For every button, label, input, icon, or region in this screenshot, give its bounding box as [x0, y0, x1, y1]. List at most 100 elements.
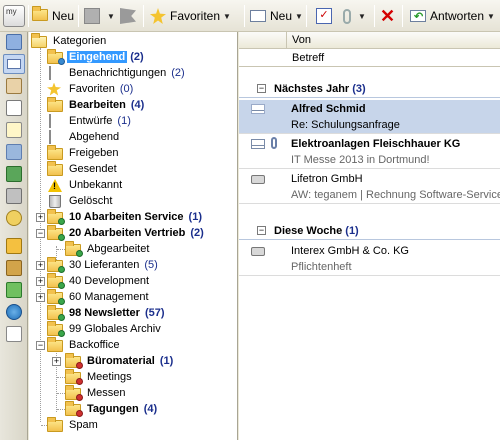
toolbar-separator	[402, 5, 403, 27]
tree-item-bearbeiten[interactable]: Bearbeiten (4)	[47, 96, 145, 113]
message-row[interactable]: Alfred Schmid Re: Schulungsanfrage	[239, 100, 500, 134]
column-header-subject[interactable]: Betreff	[239, 50, 500, 67]
tree-item-40-development[interactable]: 40 Development	[47, 272, 151, 289]
rail-report-icon[interactable]	[6, 326, 22, 342]
message-row[interactable]: Interex GmbH & Co. KG Pflichtenheft	[239, 242, 500, 276]
fax-icon	[251, 175, 265, 184]
rail-tasks-icon[interactable]	[6, 100, 22, 116]
tree-item-tagungen[interactable]: Tagungen (4)	[65, 400, 157, 417]
tree-connector	[57, 249, 65, 250]
expand-toggle[interactable]: +	[52, 357, 61, 366]
collapse-toggle[interactable]: −	[36, 341, 45, 350]
edit-icon	[47, 96, 63, 112]
rail-archive-icon[interactable]	[6, 238, 22, 254]
tree-item-unbekannt[interactable]: Unbekannt	[47, 177, 124, 193]
tree-item-label: Favoriten	[69, 83, 115, 95]
checklist-button[interactable]: ✓	[316, 6, 336, 26]
delete-button[interactable]: ✕	[380, 6, 395, 26]
tree-item-entwuerfe[interactable]: Entwürfe (1)	[47, 113, 131, 129]
paperclip-icon	[343, 8, 351, 24]
tree-item-label: 30 Lieferanten	[69, 259, 140, 271]
rail-calendar-icon[interactable]	[6, 122, 22, 138]
rail-help-icon[interactable]	[6, 210, 22, 226]
group-header-naechstes-jahr[interactable]: − Nächstes Jahr (3)	[239, 80, 500, 98]
save-button[interactable]: ▼	[84, 6, 115, 26]
tree-item-label: 10 Abarbeiten Service	[69, 211, 184, 223]
tree-root-kategorien[interactable]: Kategorien	[31, 32, 108, 49]
expand-toggle[interactable]: +	[36, 293, 45, 302]
tree-item-60-management[interactable]: 60 Management	[47, 288, 151, 305]
tree-item-backoffice[interactable]: Backoffice	[47, 336, 122, 353]
rail-globe-icon[interactable]	[6, 304, 22, 320]
rail-box-icon[interactable]	[6, 260, 22, 276]
tree-item-freigeben[interactable]: Freigeben	[47, 144, 121, 161]
group-title: Diese Woche	[274, 224, 343, 237]
tree-item-count: (4)	[130, 99, 145, 111]
tree-item-count: (1)	[159, 355, 174, 367]
folder-icon	[47, 272, 65, 289]
collapse-toggle[interactable]: −	[257, 226, 266, 235]
favorites-button[interactable]: Favoriten ▼	[150, 6, 231, 26]
new-mail-label: Neu	[270, 9, 293, 23]
tree-item-10-abarbeiten-service[interactable]: 10 Abarbeiten Service (1)	[47, 208, 202, 225]
tree-item-eingehend[interactable]: Eingehend (2)	[47, 48, 144, 65]
tree-item-label: 40 Development	[69, 275, 150, 287]
chevron-down-icon[interactable]: ▼	[107, 12, 115, 21]
tree-item-meetings[interactable]: Meetings	[65, 368, 134, 385]
tree-item-count: (2)	[171, 67, 185, 79]
toolbar-separator	[78, 5, 79, 27]
folder-icon	[47, 224, 65, 241]
message-subject: AW: teganem | Rechnung Software-Service	[291, 189, 500, 201]
rail-contacts-icon[interactable]	[6, 34, 22, 50]
tree-item-favoriten[interactable]: Favoriten (0)	[47, 81, 133, 97]
tree-item-30-lieferanten[interactable]: 30 Lieferanten (5)	[47, 256, 158, 273]
tree-item-20-abarbeiten-vertrieb[interactable]: 20 Abarbeiten Vertrieb (2)	[47, 224, 204, 241]
app-logo[interactable]: my	[3, 5, 25, 27]
new-folder-button[interactable]: Neu	[32, 6, 74, 26]
tree-item-count: (1)	[117, 115, 131, 127]
tree-item-99-globales-archiv[interactable]: 99 Globales Archiv	[47, 320, 163, 337]
tree-item-abgehend[interactable]: Abgehend	[47, 129, 121, 145]
rail-users-icon[interactable]	[6, 166, 22, 182]
move-button[interactable]	[120, 6, 140, 26]
collapse-toggle[interactable]: −	[257, 84, 266, 93]
tree-item-messen[interactable]: Messen	[65, 384, 128, 401]
tree-item-label: Messen	[87, 387, 126, 399]
outbox-icon	[47, 129, 63, 144]
group-header-diese-woche[interactable]: − Diese Woche (1)	[239, 222, 500, 240]
expand-toggle[interactable]: +	[36, 213, 45, 222]
tree-item-label: Gelöscht	[69, 195, 113, 207]
new-folder-label: Neu	[52, 9, 75, 23]
collapse-toggle[interactable]: −	[36, 229, 45, 238]
rail-notes-icon[interactable]	[6, 78, 22, 94]
rail-documents-icon[interactable]	[6, 144, 22, 160]
message-row[interactable]: Lifetron GmbH AW: teganem | Rechnung Sof…	[239, 170, 500, 204]
rail-mail-button[interactable]	[3, 54, 25, 74]
tree-item-benachrichtigungen[interactable]: Benachrichtigungen (2)	[47, 65, 185, 81]
rail-sync-icon[interactable]	[6, 282, 22, 298]
tree-item-98-newsletter[interactable]: 98 Newsletter (57)	[47, 304, 165, 321]
tree-item-bueromaterial[interactable]: Büromaterial (1)	[65, 352, 174, 369]
tree-item-spam[interactable]: Spam	[47, 416, 100, 433]
tree-item-count: (2)	[190, 227, 204, 239]
tree-item-label: Spam	[69, 419, 98, 431]
rail-phone-icon[interactable]	[6, 188, 22, 204]
message-from: Interex GmbH & Co. KG	[291, 245, 409, 257]
reply-button[interactable]: ↶ Antworten ▼	[410, 6, 495, 26]
tree-item-abgearbeitet[interactable]: Abgearbeitet	[65, 240, 151, 257]
column-header-subject-label: Betreff	[292, 52, 325, 64]
group-count: (3)	[352, 82, 366, 95]
tree-item-gesendet[interactable]: Gesendet	[47, 160, 119, 177]
new-mail-button[interactable]: Neu ▼	[250, 6, 303, 26]
tree-item-geloescht[interactable]: Gelöscht	[47, 193, 114, 209]
message-subject: IT Messe 2013 in Dortmund!	[291, 154, 430, 166]
column-header-from[interactable]: Von	[239, 32, 500, 49]
expand-toggle[interactable]: +	[36, 261, 45, 270]
envelope-icon	[251, 104, 265, 114]
folder-icon	[47, 288, 65, 305]
expand-toggle[interactable]: +	[36, 277, 45, 286]
message-from: Alfred Schmid	[291, 103, 366, 115]
message-row[interactable]: Elektroanlagen Fleischhauer KG IT Messe …	[239, 135, 500, 169]
tree-root-label: Kategorien	[53, 35, 107, 47]
attach-button[interactable]: ▼	[340, 6, 366, 26]
